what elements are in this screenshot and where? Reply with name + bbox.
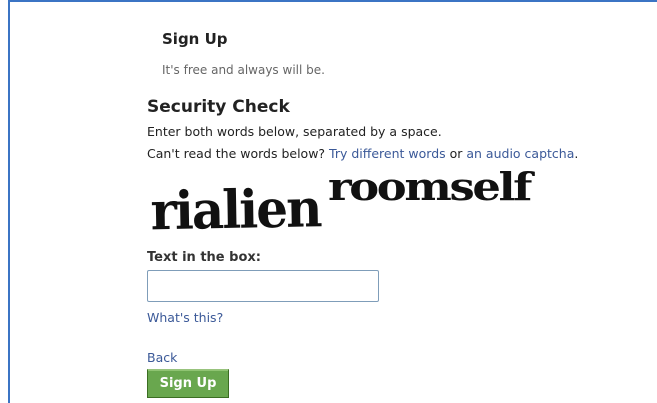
captcha-word-2: roomself <box>328 164 532 209</box>
try-different-words-link[interactable]: Try different words <box>329 146 446 161</box>
security-check-title: Security Check <box>147 97 290 117</box>
captcha-text-input[interactable] <box>147 270 379 302</box>
or-text: or <box>445 146 467 161</box>
captcha-image: rialien roomself <box>148 164 548 250</box>
back-link[interactable]: Back <box>147 350 177 365</box>
captcha-word-1: rialien <box>150 176 321 242</box>
help-suffix: . <box>574 146 579 161</box>
signup-heading: Sign Up <box>162 30 228 48</box>
signup-subheading: It's free and always will be. <box>162 63 325 77</box>
sign-up-button[interactable]: Sign Up <box>147 369 229 398</box>
security-help-text: Can't read the words below? Try differen… <box>147 146 578 161</box>
captcha-text-label: Text in the box: <box>147 250 261 265</box>
audio-captcha-link[interactable]: an audio captcha <box>466 146 574 161</box>
help-prefix: Can't read the words below? <box>147 146 330 161</box>
security-instruction: Enter both words below, separated by a s… <box>147 124 442 139</box>
whats-this-link[interactable]: What's this? <box>147 310 223 325</box>
